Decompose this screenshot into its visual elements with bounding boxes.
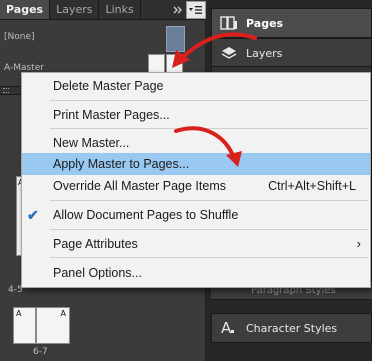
pages-panel-context-menu: Delete Master Page Print Master Pages...… [21,72,371,288]
page-thumbnail[interactable]: A [36,307,70,344]
none-master-label[interactable]: [None] [4,32,35,42]
checkmark-icon: ✔ [27,207,39,223]
menu-item-label: Allow Document Pages to Shuffle [53,208,239,222]
menu-item-print-master-pages[interactable]: Print Master Pages... [22,104,370,126]
menu-item-label: Delete Master Page [53,79,164,93]
menu-separator [50,128,368,129]
menu-item-delete-master-page[interactable]: Delete Master Page [22,75,370,97]
pages-icon [220,14,238,32]
menu-item-label: Page Attributes [53,237,138,251]
menu-item-new-master[interactable]: New Master... [22,132,370,154]
menu-item-allow-document-pages-to-shuffle[interactable]: ✔ Allow Document Pages to Shuffle [22,204,370,226]
page-thumbnail[interactable]: A [13,307,36,344]
dock-character-styles-button[interactable]: A Character Styles [211,313,372,343]
page-master-prefix: A [16,309,22,318]
menu-item-label: Override All Master Page Items [53,179,226,193]
menu-separator [50,229,368,230]
tab-links[interactable]: Links [99,0,141,19]
menu-item-label: Apply Master to Pages... [53,157,190,171]
svg-text:A: A [221,319,232,337]
divider-grip-icon [3,88,9,93]
menu-item-label: Print Master Pages... [53,108,170,122]
double-chevron-right-icon[interactable] [170,0,186,20]
dock-pages-button[interactable]: Pages [211,8,372,38]
page-master-prefix: A [60,309,66,318]
menu-item-shortcut: Ctrl+Alt+Shift+L [268,179,356,193]
menu-item-page-attributes[interactable]: Page Attributes › [22,233,370,255]
menu-separator [50,200,368,201]
none-master-thumbnail[interactable] [166,26,185,52]
tab-pages[interactable]: Pages [0,0,51,19]
tab-bar-spacer [141,0,170,19]
indesign-workspace: Pages Layers Links [None] A-Master 4-5 A… [0,0,372,361]
panel-tab-bar: Pages Layers Links [0,0,206,20]
menu-item-label: Panel Options... [53,266,142,280]
layers-icon [220,44,238,62]
dock-layers-label: Layers [246,46,283,60]
dock-character-styles-label: Character Styles [246,321,338,335]
menu-item-label: New Master... [53,136,130,150]
menu-separator [50,257,368,258]
menu-separator [50,100,368,101]
menu-item-apply-master-to-pages[interactable]: Apply Master to Pages... [22,153,370,175]
menu-item-override-all-master-page-items[interactable]: Override All Master Page Items Ctrl+Alt+… [22,175,370,197]
menu-item-panel-options[interactable]: Panel Options... [22,262,370,284]
character-styles-icon: A [220,319,238,337]
tab-layers[interactable]: Layers [50,0,100,19]
dock-layers-button[interactable]: Layers [211,38,372,68]
dock-pages-label: Pages [246,16,284,30]
submenu-chevron-icon: › [356,236,361,251]
panel-menu-icon[interactable] [186,1,206,19]
spread-number: 6-7 [33,347,48,357]
